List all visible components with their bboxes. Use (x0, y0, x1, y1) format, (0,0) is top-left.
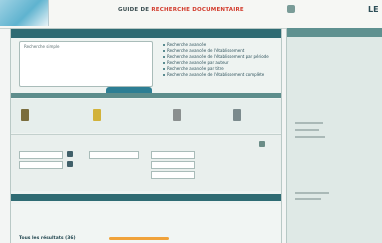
search-options: Recherche avancée Recherche avancée de l… (163, 42, 269, 78)
document-type-icon (93, 109, 101, 121)
results-section: Tous les résultats (36) (11, 204, 281, 243)
search-label: Recherche simple (24, 44, 60, 49)
search-input[interactable]: Recherche simple (19, 41, 153, 97)
filter-select-4[interactable] (151, 151, 195, 159)
title-prefix: GUIDE DE (118, 7, 150, 13)
sidebar-header (287, 28, 382, 37)
filters-panel (11, 134, 281, 191)
results-progress-bar (109, 237, 169, 240)
sidebar-line (295, 198, 321, 200)
filter-button-2[interactable] (67, 161, 73, 167)
filter-button-1[interactable] (67, 151, 73, 157)
site-title: GUIDE DE RECHERCHE DOCUMENTAIRE (118, 7, 244, 13)
results-title: Tous les résultats (36) (19, 236, 76, 241)
site-logo[interactable] (0, 0, 49, 26)
sidebar-line (295, 192, 329, 194)
document-type-icon (173, 109, 181, 121)
section-divider (11, 93, 281, 98)
results-header-bar (11, 194, 281, 201)
filter-select-1[interactable] (19, 151, 63, 159)
filter-select-3[interactable] (89, 151, 139, 159)
sidebar-line (295, 136, 325, 138)
sidebar-line (295, 129, 319, 131)
filter-select-5[interactable] (151, 161, 195, 169)
page: GUIDE DE RECHERCHE DOCUMENTAIRE LE Reche… (0, 0, 382, 243)
document-type-icon (21, 109, 29, 121)
document-type-icon (233, 109, 241, 121)
filter-button-3[interactable] (259, 141, 265, 147)
document-types (11, 99, 281, 133)
right-sidebar (286, 28, 382, 243)
sidebar-line (295, 122, 323, 124)
filter-select-2[interactable] (19, 161, 63, 169)
search-option[interactable]: Recherche avancée de l'établissement com… (163, 72, 269, 78)
filter-select-6[interactable] (151, 171, 195, 179)
search-panel-header (11, 29, 281, 38)
main-panel: Recherche simple Recherche avancée Reche… (10, 28, 282, 243)
header-icon[interactable] (287, 5, 295, 13)
top-header: GUIDE DE RECHERCHE DOCUMENTAIRE LE (0, 0, 382, 29)
top-right-title: LE (368, 5, 379, 14)
title-accent: RECHERCHE DOCUMENTAIRE (151, 7, 244, 13)
